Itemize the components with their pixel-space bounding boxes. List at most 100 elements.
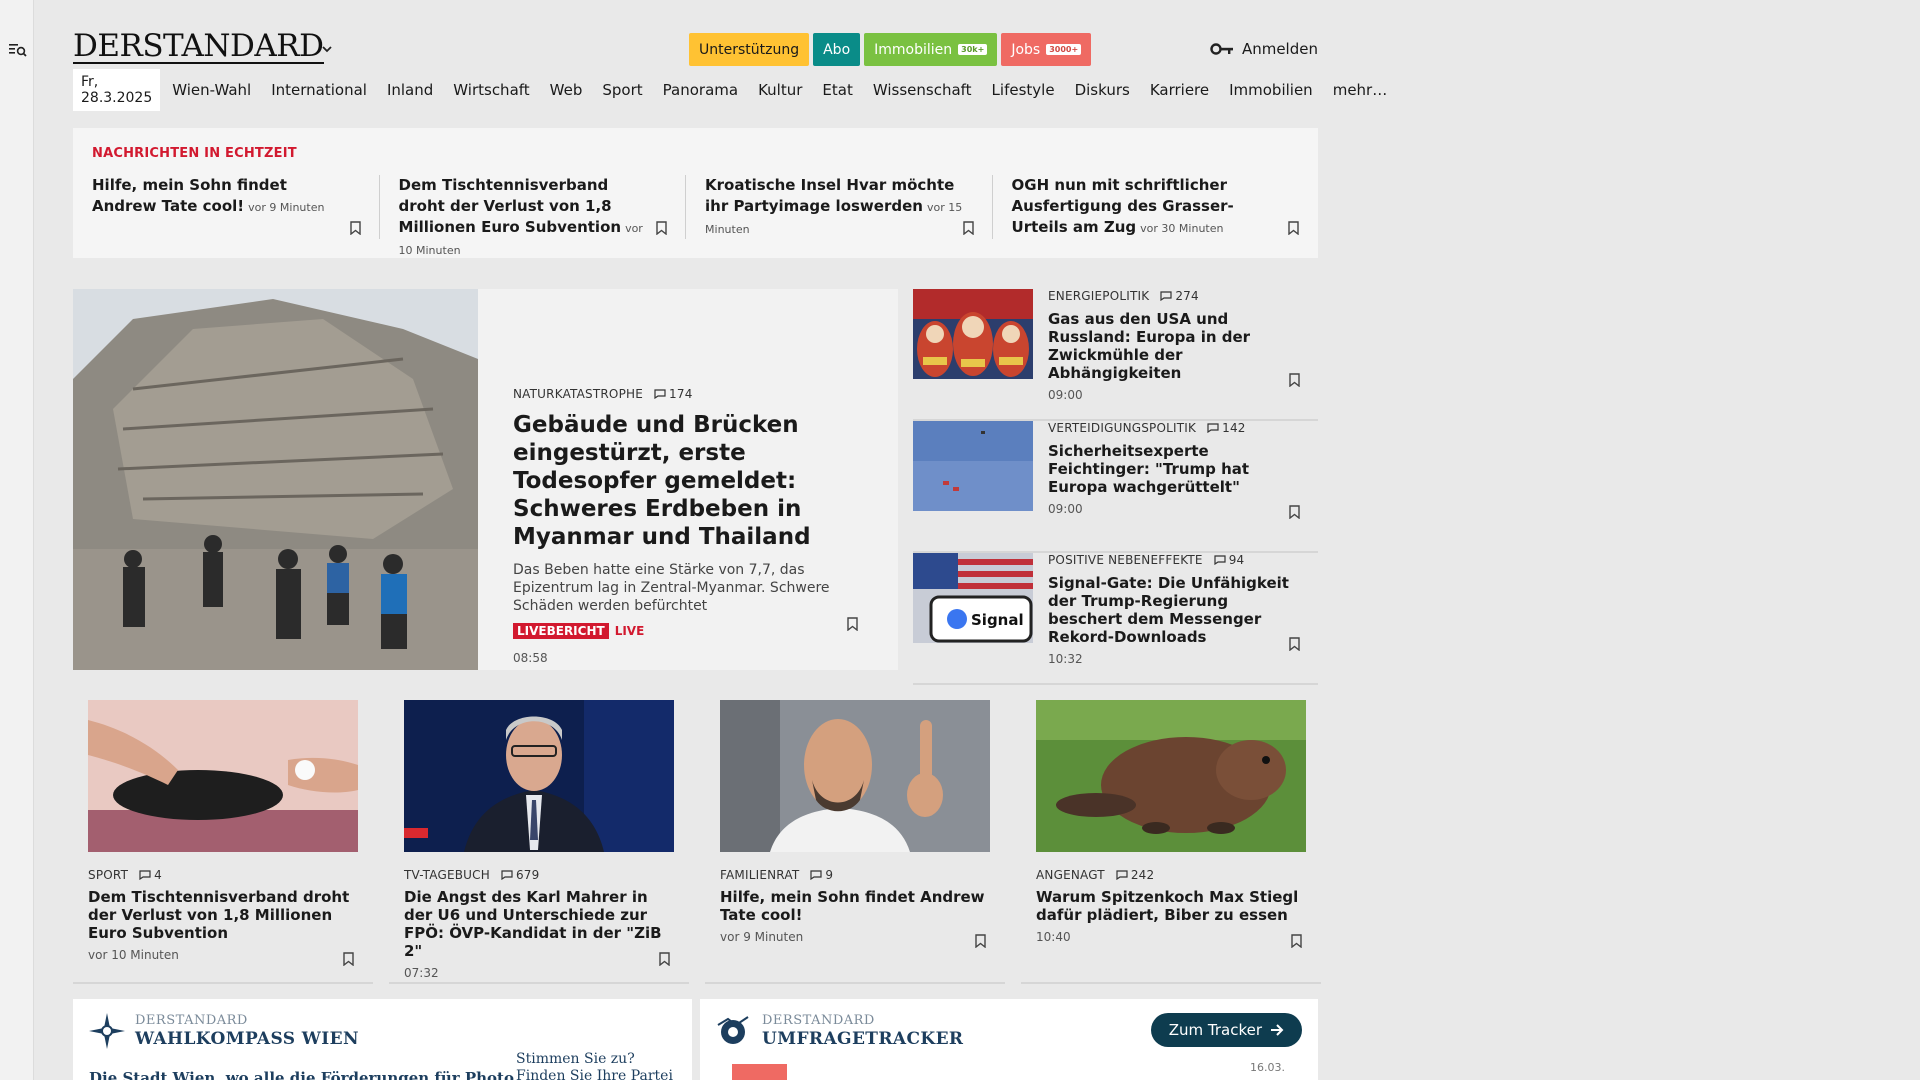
lead-meta: NATURKATASTROPHE 174 (513, 387, 873, 401)
compass-icon (89, 1013, 125, 1049)
lead-kicker: NATURKATASTROPHE (513, 387, 644, 401)
story-title[interactable]: Warum Spitzenkoch Max Stiegl dafür plädi… (1036, 888, 1306, 924)
story-title[interactable]: Hilfe, mein Sohn findet Andrew Tate cool… (720, 888, 990, 924)
header: DERSTANDARD Unterstützung Abo Immobilien… (73, 0, 1318, 70)
bookmark-icon[interactable] (975, 934, 986, 948)
comment-icon (1116, 870, 1128, 880)
bookmark-icon[interactable] (343, 952, 354, 966)
menu-search-icon[interactable] (9, 42, 27, 60)
comment-count[interactable]: 242 (1116, 868, 1155, 882)
bookmark-icon[interactable] (1288, 221, 1299, 235)
ticker-time: vor 30 Minuten (1140, 222, 1224, 235)
ticker-title: Kroatische Insel Hvar möchte ihr Partyim… (705, 176, 955, 215)
comment-count[interactable]: 9 (810, 868, 833, 882)
bookmark-icon[interactable] (1289, 637, 1300, 651)
immobilien-label: Immobilien (874, 41, 953, 58)
nav-item-international[interactable]: International (271, 81, 367, 99)
comment-count[interactable]: 274 (1160, 289, 1199, 303)
story-image (1036, 700, 1306, 852)
story-title[interactable]: Gas aus den USA und Russland: Europa in … (1048, 310, 1293, 382)
chevron-down-icon[interactable] (320, 42, 334, 56)
nav-item-immobilien[interactable]: Immobilien (1229, 81, 1313, 99)
ticker-item[interactable]: Dem Tischtennisverband droht der Verlust… (399, 175, 687, 257)
ticker-item[interactable]: OGH nun mit schriftlicher Ausfertigung d… (1012, 175, 1299, 239)
bookmark-icon[interactable] (1291, 934, 1302, 948)
story-title[interactable]: Sicherheitsexperte Feichtinger: "Trump h… (1048, 442, 1293, 496)
widget-brand: DERSTANDARD (135, 1013, 248, 1028)
story-thumbnail: Signal (913, 553, 1033, 643)
nav-item-karriere[interactable]: Karriere (1150, 81, 1209, 99)
comment-count-value: 9 (825, 868, 834, 882)
story-title[interactable]: Dem Tischtennisverband droht der Verlust… (88, 888, 358, 942)
comment-icon (501, 870, 513, 880)
bookmark-icon[interactable] (962, 221, 974, 235)
jobs-button[interactable]: Jobs 3000+ (1001, 33, 1092, 66)
live-news-ticker: NACHRICHTEN IN ECHTZEIT Hilfe, mein Sohn… (73, 128, 1318, 258)
lead-story-image (73, 289, 478, 670)
nav-item-etat[interactable]: Etat (822, 81, 852, 99)
bookmark-icon[interactable] (847, 617, 858, 631)
nav-item-inland[interactable]: Inland (387, 81, 433, 99)
zum-tracker-label: Zum Tracker (1168, 1021, 1262, 1039)
signal-logo-text: Signal (971, 611, 1024, 629)
side-story[interactable]: ENERGIEPOLITIK 274 Gas aus den USA und R… (913, 289, 1318, 421)
support-button[interactable]: Unterstützung (689, 33, 810, 66)
nav-item-sport[interactable]: Sport (602, 81, 642, 99)
comment-count[interactable]: 4 (139, 868, 162, 882)
ticker-item[interactable]: Hilfe, mein Sohn findet Andrew Tate cool… (92, 175, 380, 239)
wahlkompass-widget[interactable]: DERSTANDARD WAHLKOMPASS WIEN Die Stadt W… (73, 999, 692, 1080)
arrow-right-icon (1271, 1024, 1284, 1036)
nav-item-panorama[interactable]: Panorama (663, 81, 738, 99)
nav-item-wissenschaft[interactable]: Wissenschaft (873, 81, 972, 99)
story-card[interactable]: FAMILIENRAT 9 Hilfe, mein Sohn findet An… (705, 700, 1005, 984)
comment-count-value: 94 (1228, 553, 1245, 567)
story-title[interactable]: Die Angst des Karl Mahrer in der U6 und … (404, 888, 674, 960)
lead-title[interactable]: Gebäude und Brücken eingestürzt, erste T… (513, 411, 873, 551)
login-button[interactable]: Anmelden (1210, 40, 1318, 58)
key-icon (1210, 43, 1233, 55)
side-story[interactable]: VERTEIDIGUNGSPOLITIK 142 Sicherheitsexpe… (913, 421, 1318, 553)
nav-item-wirtschaft[interactable]: Wirtschaft (453, 81, 529, 99)
support-label: Unterstützung (699, 41, 800, 58)
story-card[interactable]: TV-TAGEBUCH 679 Die Angst des Karl Mahre… (389, 700, 689, 984)
story-card[interactable]: SPORT 4 Dem Tischtennisverband droht der… (73, 700, 373, 984)
nav-item-more[interactable]: mehr… (1333, 81, 1388, 99)
comment-count-value: 4 (154, 868, 162, 882)
story-meta: SPORT 4 (88, 868, 358, 882)
immobilien-button[interactable]: Immobilien 30k+ (864, 33, 998, 66)
comment-count[interactable]: 174 (654, 387, 693, 401)
bookmark-icon[interactable] (656, 221, 667, 235)
story-time: 09:00 (1048, 502, 1083, 516)
tracker-logo-icon (717, 1016, 749, 1044)
bookmark-icon[interactable] (349, 221, 361, 235)
lead-story[interactable]: NATURKATASTROPHE 174 Gebäude und Brücken… (73, 289, 898, 670)
nav-item-lifestyle[interactable]: Lifestyle (992, 81, 1055, 99)
comment-icon (810, 870, 822, 880)
abo-button[interactable]: Abo (813, 33, 861, 66)
ticker-item[interactable]: Kroatische Insel Hvar möchte ihr Partyim… (705, 175, 993, 239)
comment-count[interactable]: 142 (1207, 421, 1246, 435)
wahlkompass-cta[interactable]: Stimmen Sie zu? Finden Sie Ihre Partei (516, 1051, 681, 1080)
comment-count-value: 679 (515, 868, 540, 882)
bookmark-icon[interactable] (1289, 373, 1300, 387)
comment-count[interactable]: 679 (501, 868, 540, 882)
story-title[interactable]: Signal-Gate: Die Unfähigkeit der Trump-R… (1048, 574, 1293, 646)
logo[interactable]: DERSTANDARD (73, 30, 324, 64)
comment-count[interactable]: 94 (1214, 553, 1245, 567)
immobilien-count-badge: 30k+ (958, 44, 988, 55)
zum-tracker-button[interactable]: Zum Tracker (1150, 1013, 1302, 1047)
live-label: LIVE (614, 624, 645, 638)
nav-item-web[interactable]: Web (550, 81, 583, 99)
story-meta: TV-TAGEBUCH 679 (404, 868, 674, 882)
nav-item-wien-wahl[interactable]: Wien-Wahl (172, 81, 251, 99)
comment-count-value: 142 (1222, 421, 1246, 435)
nav-item-kultur[interactable]: Kultur (758, 81, 802, 99)
widget-title: WAHLKOMPASS WIEN (135, 1029, 359, 1049)
nav-item-diskurs[interactable]: Diskurs (1075, 81, 1130, 99)
story-image (720, 700, 990, 852)
lead-teaser: Das Beben hatte eine Stärke von 7,7, das… (513, 562, 830, 614)
bookmark-icon[interactable] (659, 952, 670, 966)
bookmark-icon[interactable] (1289, 505, 1300, 519)
side-story[interactable]: Signal POSITIVE NEBENEFFEKTE 94 Signal-G… (913, 553, 1318, 685)
story-card[interactable]: ANGENAGT 242 Warum Spitzenkoch Max Stieg… (1021, 700, 1321, 984)
